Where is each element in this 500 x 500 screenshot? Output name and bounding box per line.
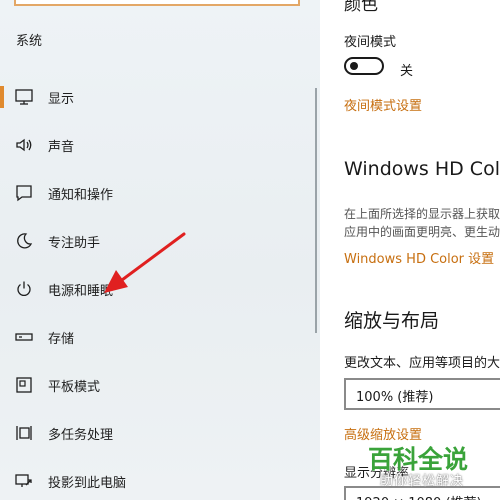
sidebar-item-power-sleep[interactable]: 电源和睡眠 [0,270,320,310]
sidebar-item-display[interactable]: 显示 [0,78,320,118]
sidebar-item-label: 显示 [48,92,75,107]
tablet-mode-icon [14,375,36,395]
watermark: 百科全说 助你轻松解决 [368,440,500,500]
find-setting-search-box[interactable] [14,0,300,6]
scale-layout-title: 缩放与布局 [344,310,440,332]
sidebar-item-focus-assist[interactable]: 专注助手 [0,222,320,262]
multitasking-icon [14,423,36,443]
moon-icon [14,231,36,251]
color-section-heading: 颜色 [344,0,378,15]
watermark-tagline: 助你轻松解决 [380,474,465,489]
sidebar-item-storage[interactable]: 存储 [0,318,320,358]
sidebar-item-label: 平板模式 [48,380,101,395]
windows-hd-color-settings-link[interactable]: Windows HD Color 设置 [344,248,494,267]
sidebar-item-label: 声音 [48,140,75,155]
sidebar-item-label: 存储 [48,332,75,347]
display-settings-pane: 颜色 夜间模式 关 夜间模式设置 Windows HD Color 在上面所选择… [320,0,500,500]
windows-hd-color-description: 在上面所选择的显示器上获取 [344,207,500,221]
night-light-label: 夜间模式 [344,35,397,50]
sidebar-item-multitasking[interactable]: 多任务处理 [0,414,320,454]
settings-sidebar: 系统 显示 声音 通知和操作 专注助手 电源和睡眠 存储 平板模式 多任务处理 … [0,0,320,500]
monitor-icon [14,87,36,107]
storage-icon [14,327,36,347]
sidebar-item-label: 专注助手 [48,236,101,251]
sidebar-item-label: 多任务处理 [48,428,114,443]
scale-label: 更改文本、应用等项目的大小 [344,356,500,371]
power-icon [14,279,36,299]
night-light-toggle-state: 关 [400,64,414,79]
speaker-icon [14,135,36,155]
scale-dropdown[interactable]: 100% (推荐) [344,378,500,410]
sidebar-heading: 系统 [16,34,43,49]
toggle-knob [350,62,358,70]
night-light-toggle[interactable] [344,57,384,75]
sidebar-item-project-to-pc[interactable]: 投影到此电脑 [0,462,320,500]
sidebar-item-label: 通知和操作 [48,188,114,203]
sidebar-item-sound[interactable]: 声音 [0,126,320,166]
sidebar-scrollbar[interactable] [315,88,317,333]
sidebar-item-notifications[interactable]: 通知和操作 [0,174,320,214]
project-to-pc-icon [14,471,36,491]
sidebar-item-label: 电源和睡眠 [48,284,114,299]
notification-icon [14,183,36,203]
selected-indicator [0,86,4,108]
windows-hd-color-description: 应用中的画面更明亮、更生动 [344,225,500,239]
scale-dropdown-value: 100% (推荐) [356,390,434,405]
night-light-settings-link[interactable]: 夜间模式设置 [344,95,422,114]
windows-hd-color-title: Windows HD Color [344,158,500,180]
sidebar-item-tablet-mode[interactable]: 平板模式 [0,366,320,406]
sidebar-item-label: 投影到此电脑 [48,476,127,491]
